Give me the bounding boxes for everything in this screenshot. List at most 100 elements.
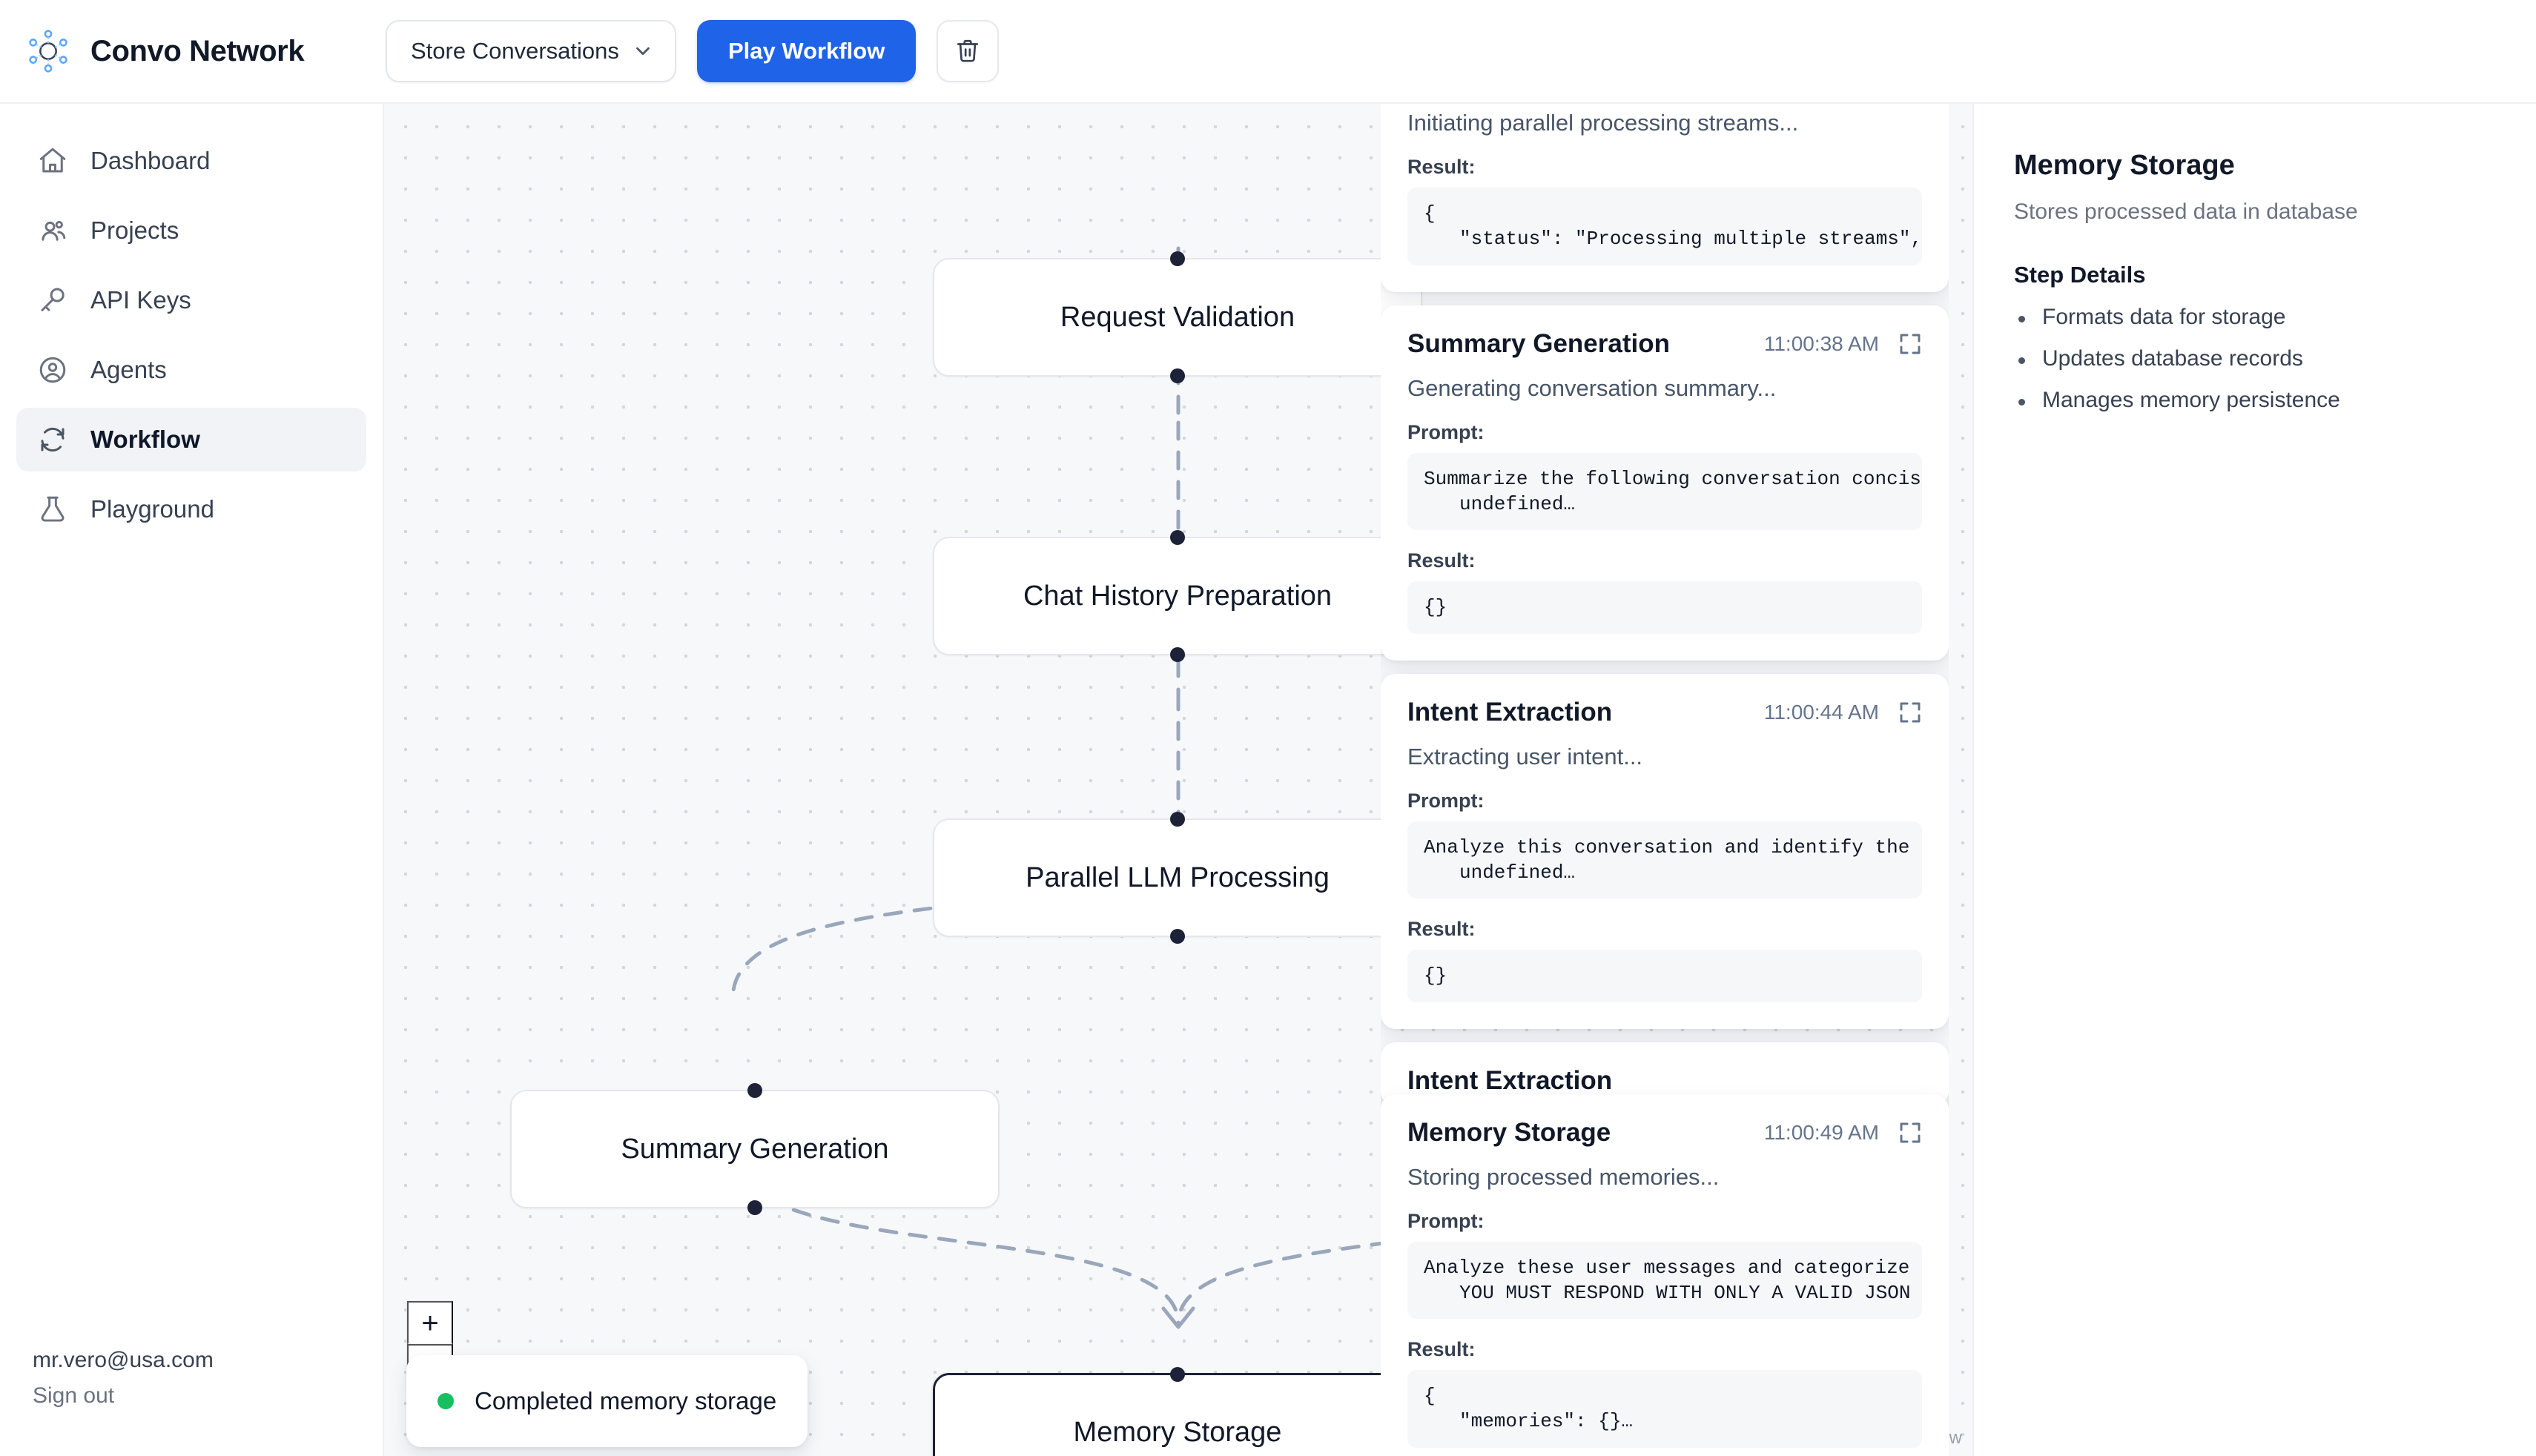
node-handle-bottom[interactable]	[1170, 368, 1185, 383]
prompt-line: YOU MUST RESPOND WITH ONLY A VALID JSON …	[1459, 1281, 1922, 1304]
step-card[interactable]: Summary Generation 11:00:38 AM Generatin…	[1381, 305, 1949, 661]
node-label: Memory Storage	[1073, 1416, 1282, 1448]
step-message: Initiating parallel processing streams..…	[1407, 110, 1799, 136]
sidebar-item-dashboard[interactable]: Dashboard	[16, 129, 366, 193]
trash-icon	[955, 38, 980, 65]
result-code-block: {}	[1407, 581, 1922, 634]
workflow-select[interactable]: Store Conversations	[386, 20, 676, 82]
details-bullet: Updates database records	[2014, 346, 2496, 371]
step-timestamp: 11:00:49 AM	[1763, 1120, 1879, 1144]
sidebar-item-workflow[interactable]: Workflow	[16, 408, 366, 471]
step-timestamp: 11:00:44 AM	[1763, 700, 1879, 724]
home-icon	[37, 145, 68, 176]
prompt-line: Summarize the following conversation con…	[1424, 467, 1922, 490]
sidebar: Dashboard Projects API Keys Agents Workf…	[0, 104, 384, 1456]
expand-icon[interactable]	[1898, 1121, 1922, 1145]
sidebar-item-label: Dashboard	[90, 147, 211, 174]
status-dot-icon	[437, 1393, 454, 1409]
brand: Convo Network	[0, 28, 386, 74]
user-circle-icon	[37, 354, 68, 385]
workflow-node-parallel-llm-processing[interactable]: Parallel LLM Processing	[933, 812, 1422, 944]
sidebar-item-label: Projects	[90, 216, 179, 244]
step-card-meta: 11:00:49 AM	[1764, 1121, 1922, 1145]
zoom-in-button[interactable]: +	[407, 1301, 453, 1344]
step-card[interactable]: Intent Extraction 11:00:44 AM Extracting…	[1381, 673, 1949, 1029]
delete-workflow-button[interactable]	[937, 20, 1000, 82]
status-toast-text: Completed memory storage	[475, 1387, 777, 1414]
step-card[interactable]: Memory Storage 11:00:49 AM Storing proce…	[1381, 1093, 1949, 1456]
step-log-panel[interactable]: Parallel Processing Initiating parallel …	[1381, 104, 1949, 1456]
result-code-block: {}	[1407, 950, 1922, 1002]
sidebar-item-label: API Keys	[90, 286, 191, 314]
workflow-node-request-validation[interactable]: Request Validation	[933, 251, 1422, 383]
step-details-panel: Memory Storage Stores processed data in …	[1972, 104, 2536, 1456]
step-card-header: Intent Extraction 11:00:44 AM	[1407, 698, 1922, 727]
prompt-line: undefined…	[1459, 492, 1576, 515]
node-label: Request Validation	[1060, 301, 1295, 333]
result-line: {	[1424, 1385, 1436, 1408]
sidebar-nav: Dashboard Projects API Keys Agents Workf…	[0, 104, 383, 541]
sidebar-item-label: Playground	[90, 495, 214, 523]
node-handle-top[interactable]	[1170, 812, 1185, 827]
flask-icon	[37, 494, 68, 525]
sidebar-item-label: Agents	[90, 356, 167, 383]
step-title: Memory Storage	[1407, 1117, 1611, 1147]
details-bullet-list: Formats data for storage Updates databas…	[2014, 305, 2496, 413]
result-code-block: {"status": "Processing multiple streams"…	[1407, 188, 1922, 265]
node-handle-bottom[interactable]	[747, 1200, 762, 1215]
details-bullet: Manages memory persistence	[2014, 388, 2496, 413]
sidebar-item-label: Workflow	[90, 426, 200, 453]
node-handle-bottom[interactable]	[1170, 929, 1185, 944]
node-label: Parallel LLM Processing	[1026, 861, 1330, 893]
expand-icon[interactable]	[1898, 332, 1922, 356]
prompt-code-block: Analyze this conversation and identify t…	[1407, 821, 1922, 899]
step-message: Storing processed memories...	[1407, 1163, 1720, 1190]
top-bar: Convo Network Store Conversations Play W…	[0, 0, 2536, 104]
result-code-block: { "memories": {}…	[1407, 1370, 1922, 1448]
result-label: Result:	[1407, 1338, 1476, 1361]
key-icon	[37, 285, 68, 316]
step-title: Intent Extraction	[1407, 1065, 1613, 1095]
sidebar-item-playground[interactable]: Playground	[16, 477, 366, 541]
details-title: Memory Storage	[2014, 150, 2235, 181]
prompt-line: undefined…	[1459, 861, 1576, 884]
workflow-node-memory-storage[interactable]: Memory Storage	[933, 1367, 1422, 1456]
sidebar-item-api-keys[interactable]: API Keys	[16, 268, 366, 332]
result-label: Result:	[1407, 918, 1476, 941]
step-log-scroll: Parallel Processing Initiating parallel …	[1381, 104, 1949, 1456]
prompt-label: Prompt:	[1407, 420, 1485, 443]
result-line: "memories": {}…	[1459, 1410, 1634, 1433]
prompt-code-block: Analyze these user messages and categori…	[1407, 1241, 1922, 1320]
result-line: {}	[1424, 964, 1447, 987]
workflow-node-chat-history-preparation[interactable]: Chat History Preparation	[933, 530, 1422, 662]
sidebar-item-agents[interactable]: Agents	[16, 338, 366, 402]
result-label: Result:	[1407, 156, 1476, 178]
step-card-header: Summary Generation 11:00:38 AM	[1407, 329, 1922, 359]
node-label: Chat History Preparation	[1023, 580, 1333, 612]
result-line: {	[1424, 202, 1436, 225]
node-handle-bottom[interactable]	[1170, 647, 1185, 662]
play-workflow-button[interactable]: Play Workflow	[697, 20, 917, 82]
status-toast: Completed memory storage	[406, 1355, 808, 1447]
prompt-code-block: Summarize the following conversation con…	[1407, 452, 1922, 531]
workflow-canvas[interactable]: Request Validation Chat History Preparat…	[384, 104, 1972, 1456]
sidebar-item-projects[interactable]: Projects	[16, 199, 366, 262]
details-bullet: Formats data for storage	[2014, 305, 2496, 330]
step-card[interactable]: Parallel Processing Initiating parallel …	[1381, 104, 1949, 292]
result-line: {}	[1424, 596, 1447, 619]
node-handle-top[interactable]	[1170, 530, 1185, 545]
step-title: Intent Extraction	[1407, 697, 1613, 727]
step-card-meta: 11:00:44 AM	[1764, 701, 1922, 724]
node-handle-top[interactable]	[747, 1083, 762, 1098]
expand-icon[interactable]	[1898, 701, 1922, 724]
step-card-header: Intent Extraction	[1407, 1066, 1922, 1096]
sign-out-link[interactable]: Sign out	[33, 1383, 383, 1409]
step-title: Summary Generation	[1407, 328, 1670, 358]
node-handle-top[interactable]	[1170, 251, 1185, 266]
app-body: Dashboard Projects API Keys Agents Workf…	[0, 104, 2536, 1456]
prompt-label: Prompt:	[1407, 1209, 1485, 1232]
workflow-node-summary-generation[interactable]: Summary Generation	[510, 1083, 1000, 1215]
details-section-title: Step Details	[2014, 262, 2146, 288]
users-icon	[37, 215, 68, 246]
node-handle-top[interactable]	[1170, 1367, 1185, 1382]
